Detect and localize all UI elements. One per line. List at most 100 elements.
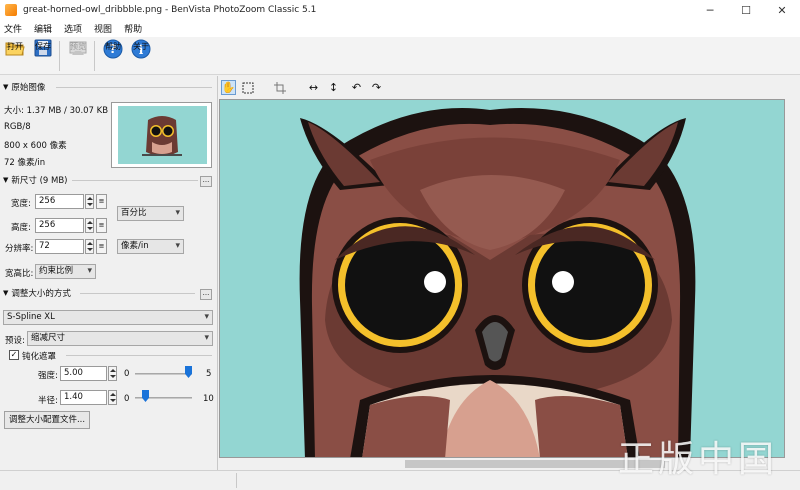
size-unit-select[interactable]: 百分比 [117,206,184,221]
section-divider [56,87,212,88]
open-button[interactable]: 打开 [2,37,28,75]
width-label: 宽度: [11,199,31,209]
strength-slider-thumb[interactable] [185,366,192,378]
panel-splitter[interactable] [217,76,218,470]
menu-edit[interactable]: 编辑 [34,22,52,35]
resize-method-select[interactable]: S-Spline XL [3,310,213,325]
preset-label: 预设: [5,336,25,346]
dimensions-text: 800 x 600 像素 [4,141,67,151]
radius-stepper[interactable] [108,390,117,405]
select-tool-button[interactable] [240,80,255,95]
preview-canvas[interactable] [219,99,785,458]
preview-button[interactable]: 预览 [65,37,91,75]
original-image-header[interactable]: ▼ 原始图像 [3,81,45,93]
height-link-button[interactable]: ≡ [96,218,107,233]
title-bar: great-horned-owl_dribbble.png - BenVista… [0,0,800,20]
strength-label: 强度: [38,371,58,381]
radius-input[interactable]: 1.40 [60,390,107,405]
resize-profile-button[interactable]: 调整大小配置文件... [4,411,90,429]
owl-thumbnail-icon [118,106,207,164]
about-button[interactable]: i 关于 [128,37,154,75]
rotate-left-icon: ↶ [351,81,362,94]
help-button[interactable]: ? 帮助 [100,37,126,75]
strength-min-label: 0 [124,369,130,379]
new-size-more-button[interactable]: ... [200,176,212,187]
radius-min-label: 0 [124,394,130,404]
height-stepper[interactable] [85,218,94,233]
view-toolbar: ✋ ↔ ↕ ↶ ↷ [218,76,800,98]
menu-file[interactable]: 文件 [4,22,22,35]
status-segment [236,473,237,488]
toolbar-separator [59,41,60,71]
crop-icon [273,81,286,94]
menu-help[interactable]: 帮助 [124,22,142,35]
menu-bar: 文件 编辑 选项 视图 帮助 [0,20,800,37]
width-stepper[interactable] [85,194,94,209]
collapse-triangle-icon: ▼ [3,83,9,91]
resize-method-title: 调整大小的方式 [11,289,71,299]
about-label: 关于 [133,42,149,51]
collapse-triangle-icon: ▼ [3,289,9,297]
resolution-input[interactable]: 72 [35,239,84,254]
strength-stepper[interactable] [108,366,117,381]
unsharp-mask-label: 钝化遮罩 [22,352,57,362]
resolution-unit-select[interactable]: 像素/in [117,239,184,254]
rotate-right-icon: ↷ [371,81,382,94]
original-image-title: 原始图像 [11,83,46,93]
resolution-stepper[interactable] [85,239,94,254]
radius-slider-thumb[interactable] [142,390,149,402]
app-icon [5,4,17,16]
fit-height-icon: ↕ [328,81,339,94]
save-label: 保存 [35,42,51,51]
fit-width-button[interactable]: ↔ [306,80,321,95]
owl-preview-image [220,100,784,457]
aspect-ratio-label: 宽高比: [5,269,34,279]
preview-label: 预览 [70,42,86,51]
open-label: 打开 [7,42,23,51]
preset-select[interactable]: 缩减尺寸 [27,331,213,346]
width-link-button[interactable]: ≡ [96,194,107,209]
main-toolbar: 打开 保存 预览 ? 帮助 i 关于 [0,37,800,75]
resolution-text: 72 像素/in [4,158,46,168]
height-label: 高度: [11,223,31,233]
aspect-ratio-select[interactable]: 约束比例 [35,264,96,279]
select-tool-icon [242,82,253,93]
strength-max-label: 5 [206,369,212,379]
radius-label: 半径: [38,396,58,406]
menu-options[interactable]: 选项 [64,22,82,35]
strength-input[interactable]: 5.00 [60,366,107,381]
save-button[interactable]: 保存 [30,37,56,75]
section-divider [72,180,198,181]
hand-tool-button[interactable]: ✋ [221,80,236,95]
menu-view[interactable]: 视图 [94,22,112,35]
fit-height-button[interactable]: ↕ [326,80,341,95]
color-mode-text: RGB/8 [4,122,31,132]
collapse-triangle-icon: ▼ [3,176,9,184]
width-input[interactable]: 256 [35,194,84,209]
resize-method-header[interactable]: ▼ 调整大小的方式 [3,287,71,299]
file-size-text: 大小: 1.37 MB / 30.07 KB [4,106,109,116]
resolution-link-button[interactable]: ≡ [96,239,107,254]
height-input[interactable]: 256 [35,218,84,233]
rotate-left-button[interactable]: ↶ [349,80,364,95]
radius-max-label: 10 [203,394,214,404]
section-divider [80,293,195,294]
original-thumbnail[interactable] [111,102,212,168]
hand-tool-icon: ✋ [221,81,236,94]
crop-button[interactable] [272,80,287,95]
toolbar-separator [94,41,95,71]
new-size-header[interactable]: ▼ 新尺寸 (9 MB) [3,174,68,186]
unsharp-mask-checkbox[interactable]: ✓ [9,350,19,360]
close-button[interactable]: ✕ [764,0,800,20]
rotate-right-button[interactable]: ↷ [369,80,384,95]
minimize-button[interactable]: ─ [692,0,728,20]
window-title: great-horned-owl_dribbble.png - BenVista… [23,5,317,15]
help-label: 帮助 [105,42,121,51]
section-divider [66,355,212,356]
new-size-title: 新尺寸 (9 MB) [11,176,68,186]
vertical-scrollbar[interactable] [785,99,800,458]
resize-method-more-button[interactable]: ... [200,289,212,300]
strength-slider-track[interactable] [135,373,192,375]
fit-width-icon: ↔ [308,81,319,94]
maximize-button[interactable]: ☐ [728,0,764,20]
